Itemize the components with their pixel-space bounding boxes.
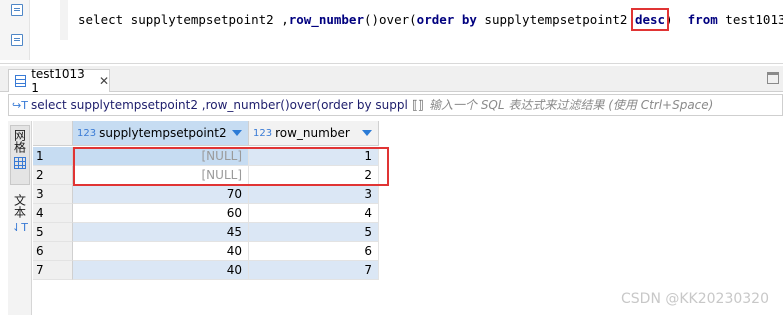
text-mode-icon: ⇃T — [12, 221, 28, 234]
tab-label: test1013 1 — [31, 67, 85, 95]
sql-space — [454, 12, 462, 27]
sql-over-text: ()over( — [363, 12, 417, 27]
row-number-cell[interactable]: 5 — [33, 223, 73, 242]
watermark: CSDN @KK20230320 — [621, 291, 769, 307]
text-view-tab[interactable]: 文本 ⇃T — [10, 191, 30, 255]
table-row[interactable]: 4 60 4 — [33, 204, 379, 223]
cell-row-number[interactable]: 2 — [249, 166, 379, 185]
column-name: supplytempsetpoint2 — [99, 126, 227, 140]
sort-arrow-icon[interactable] — [232, 130, 242, 136]
grid-header: 123 supplytempsetpoint2 123 row_number — [33, 121, 379, 146]
cell-supplytempsetpoint2[interactable]: 60 — [73, 204, 249, 223]
grid-corner[interactable] — [33, 121, 73, 146]
table-row[interactable]: 2 [NULL] 2 — [33, 166, 379, 185]
sql-editor[interactable]: select supplytempsetpoint2 ,row_number()… — [0, 0, 783, 60]
cell-row-number[interactable]: 5 — [249, 223, 379, 242]
cell-supplytempsetpoint2[interactable]: [NULL] — [73, 147, 249, 166]
grid-view-label: 网格 — [12, 129, 27, 153]
close-icon[interactable]: ✕ — [99, 74, 109, 88]
grid-icon — [14, 157, 26, 169]
row-number-cell[interactable]: 1 — [33, 147, 73, 166]
sort-arrow-icon[interactable] — [362, 130, 372, 136]
cell-supplytempsetpoint2[interactable]: 70 — [73, 185, 249, 204]
grid-view-tab[interactable]: 网格 — [10, 125, 30, 185]
tab-test1013-1[interactable]: test1013 1 ✕ — [8, 67, 110, 95]
cell-row-number[interactable]: 4 — [249, 204, 379, 223]
filter-bar: ↪T select supplytempsetpoint2 ,row_numbe… — [8, 94, 783, 116]
column-header-row-number[interactable]: 123 row_number — [249, 121, 379, 146]
row-number-cell[interactable]: 7 — [33, 261, 73, 280]
editor-line-marker — [60, 0, 68, 40]
table-row[interactable]: 3 70 3 — [33, 185, 379, 204]
cell-supplytempsetpoint2[interactable]: 45 — [73, 223, 249, 242]
query-text: select supplytempsetpoint2 ,row_number()… — [31, 98, 407, 112]
sql-table-text: test1013 ; — [725, 12, 783, 27]
sql-close-paren: ) — [665, 12, 673, 27]
cell-supplytempsetpoint2[interactable]: 40 — [73, 242, 249, 261]
row-number-cell[interactable]: 2 — [33, 166, 73, 185]
row-number-cell[interactable]: 6 — [33, 242, 73, 261]
results-tab-bar: test1013 1 ✕ — [0, 66, 783, 95]
view-mode-strip: 网格 文本 ⇃T — [8, 121, 32, 315]
sql-keyword-row-number: row_number — [288, 12, 364, 27]
sql-keyword-by: by — [461, 12, 477, 27]
maximize-panel-icon[interactable] — [767, 72, 779, 84]
cell-row-number[interactable]: 7 — [249, 261, 379, 280]
table-row[interactable]: 1 [NULL] 1 — [33, 147, 379, 166]
cell-row-number[interactable]: 6 — [249, 242, 379, 261]
sql-statement[interactable]: select supplytempsetpoint2 ,row_number()… — [78, 8, 783, 31]
sql-column-text: supplytempsetpoint2 — [476, 12, 635, 27]
table-row[interactable]: 7 40 7 — [33, 261, 379, 280]
document-icon[interactable] — [11, 4, 23, 16]
filter-sql-icon[interactable]: ↪T — [9, 99, 31, 112]
sql-keyword-order: order — [416, 12, 455, 27]
sql-keyword-desc-highlighted: desc — [630, 8, 670, 31]
variables-icon[interactable] — [11, 34, 23, 46]
results-grid[interactable]: 123 supplytempsetpoint2 123 row_number 1… — [33, 121, 783, 315]
numeric-type-icon: 123 — [253, 127, 273, 139]
cell-row-number[interactable]: 3 — [249, 185, 379, 204]
table-row[interactable]: 5 45 5 — [33, 223, 379, 242]
sql-space — [673, 12, 688, 27]
editor-left-toolbar — [0, 0, 30, 60]
column-name: row_number — [275, 126, 350, 140]
sql-keyword-from: from — [687, 12, 718, 27]
sql-select-text: select supplytempsetpoint2 , — [78, 12, 289, 27]
row-number-cell[interactable]: 3 — [33, 185, 73, 204]
cell-row-number[interactable]: 1 — [249, 147, 379, 166]
cell-supplytempsetpoint2[interactable]: 40 — [73, 261, 249, 280]
text-view-label: 文本 — [12, 194, 27, 218]
row-number-cell[interactable]: 4 — [33, 204, 73, 223]
numeric-type-icon: 123 — [77, 127, 97, 139]
column-header-supplytempsetpoint2[interactable]: 123 supplytempsetpoint2 — [73, 121, 249, 146]
filter-input[interactable] — [429, 98, 769, 112]
filter-expression-icon[interactable]: ⟦⟧ — [407, 98, 429, 112]
table-row[interactable]: 6 40 6 — [33, 242, 379, 261]
table-icon — [15, 75, 27, 87]
cell-supplytempsetpoint2[interactable]: [NULL] — [73, 166, 249, 185]
editor-divider[interactable] — [0, 63, 783, 64]
